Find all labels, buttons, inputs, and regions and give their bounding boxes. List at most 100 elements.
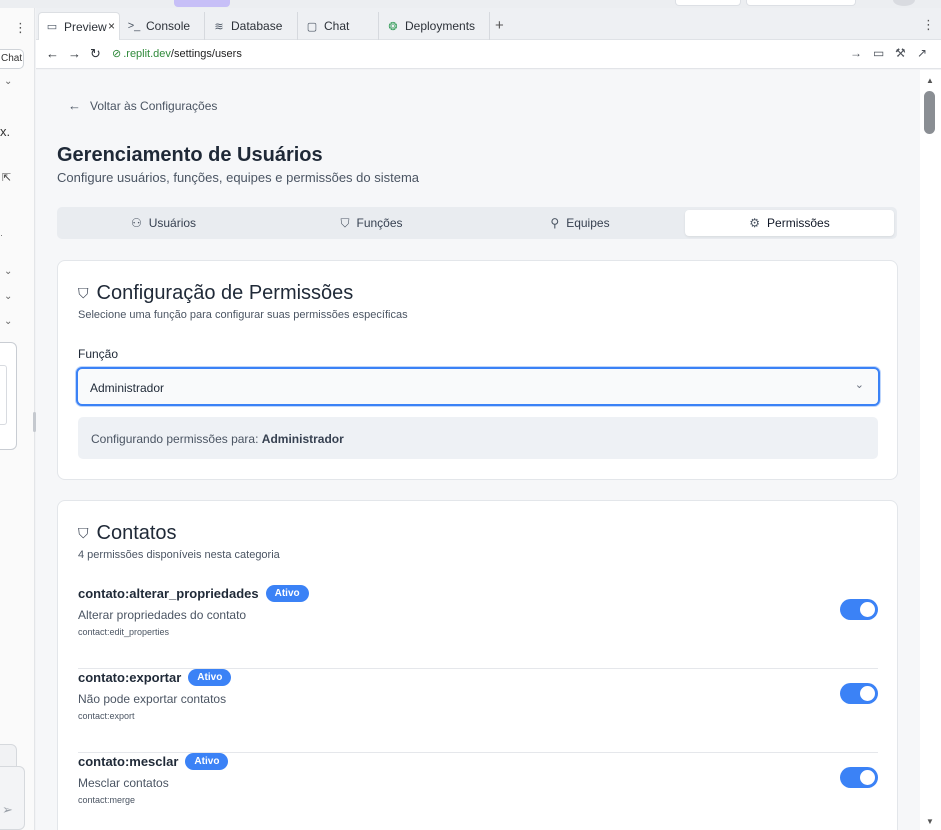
permission-description: Alterar propriedades do contato [78,608,247,622]
panel-text-fragment: · [0,230,3,240]
permission-name: contato:mesclar Ativo [78,753,229,770]
chat-button[interactable]: Chat [0,49,24,69]
new-tab-icon[interactable]: + [495,17,504,34]
tab-users[interactable]: ⚇ Usuários [60,210,267,236]
permission-description: Não pode exportar contatos [78,692,227,706]
scroll-up-icon[interactable]: ▲ [926,76,934,85]
chat-card-inner [0,365,7,425]
role-select[interactable]: Administrador ⌄ [76,367,880,406]
permission-key: contact:edit_properties [78,627,170,637]
permission-toggle[interactable] [840,599,878,620]
tab-label: Chat [324,19,350,33]
top-pill[interactable] [174,0,230,7]
contacts-permissions-card: ⛉ Contatos 4 permissões disponíveis nest… [57,500,898,830]
monitor-icon: ▭ [46,21,58,33]
shield-icon: ⛉ [340,215,350,230]
permission-toggle[interactable] [840,767,878,788]
permission-key: contact:export [78,711,135,721]
tab-teams[interactable]: ⚲ Equipes [476,210,684,236]
status-badge: Ativo [265,585,309,602]
page-scrollbar[interactable]: ▲ ▼ [920,70,941,830]
avatar[interactable] [893,0,915,6]
tab-label: Deployments [405,19,476,33]
card-title-text: Contatos [96,522,177,544]
close-icon[interactable]: × [108,19,115,33]
go-arrow-icon[interactable]: → [850,46,862,60]
card-subtitle: Selecione uma função para configurar sua… [78,309,408,321]
page-title: Gerenciamento de Usuários [57,144,323,166]
user-check-icon: ⚲ [550,216,560,230]
send-icon[interactable]: ➢ [2,802,13,818]
url-domain: .replit.dev [123,48,171,60]
role-info-prefix: Configurando permissões para: [91,432,259,446]
top-button-1[interactable] [675,0,741,6]
reload-icon[interactable]: ↻ [90,46,101,62]
tab-label: Console [146,19,191,33]
terminal-icon: >_ [127,20,141,32]
arrow-left-icon: ← [68,98,81,113]
toggle-knob [860,686,875,701]
chat-input[interactable] [0,766,25,830]
tab-console[interactable]: >_ Console [121,12,205,40]
role-info-role: Administrador [261,432,344,446]
page-subtitle: Configure usuários, funções, equipes e p… [57,170,420,185]
preview-page: ← Voltar às Configurações Gerenciamento … [36,70,920,830]
device-icon[interactable]: ▭ [873,46,884,60]
tab-preview[interactable]: ▭ Preview × [38,12,120,40]
workspace-tabbar: ▭ Preview × >_ Console ≋ Database ▢ Chat… [36,8,941,40]
permission-config-card: ⛉ Configuração de Permissões Selecione u… [57,260,898,480]
tab-label: Usuários [148,216,197,230]
tab-label: Database [231,19,283,33]
permission-toggle[interactable] [840,683,878,704]
permission-name: contato:alterar_propriedades Ativo [78,585,309,602]
back-label: Voltar às Configurações [90,98,218,113]
status-badge: Ativo [188,669,232,686]
link-icon: ⊘ [112,48,122,60]
chat-icon: ▢ [306,20,318,33]
tab-roles[interactable]: ⛉ Funções [268,210,475,236]
shield-icon: ⛉ [78,525,89,541]
tab-database[interactable]: ≋ Database [206,12,298,40]
card-subtitle: 4 permissões disponíveis nesta categoria [78,549,280,561]
external-link-icon[interactable]: ⇱ [2,171,11,184]
tab-chat[interactable]: ▢ Chat [299,12,379,40]
shield-icon: ⛉ [78,285,89,301]
url-field[interactable]: ⊘ .replit.dev/settings/users [112,47,242,60]
chevron-down-icon[interactable]: ⌄ [4,316,12,327]
more-options-icon[interactable]: ⋮ [922,17,935,33]
permission-name: contato:exportar Ativo [78,669,232,686]
back-link[interactable]: ← Voltar às Configurações [68,98,217,113]
gear-icon: ⚙ [749,216,761,230]
wrench-icon[interactable]: ⚒ [895,46,906,60]
forward-arrow-icon[interactable]: → [68,46,81,61]
role-select-value: Administrador [90,381,165,395]
panel-text-fragment: x. [0,124,11,139]
open-external-icon[interactable]: ↗ [917,46,927,60]
tab-label: Permissões [767,216,830,230]
top-button-2[interactable] [746,0,856,6]
permission-description: Mesclar contatos [78,776,169,790]
tab-permissions[interactable]: ⚙ Permissões [685,210,894,236]
permission-name-text: contato:alterar_propriedades [78,586,259,601]
scrollbar-thumb[interactable] [924,91,935,134]
back-arrow-icon[interactable]: ← [46,46,59,61]
users-icon: ⚇ [130,216,142,230]
permission-key: contact:merge [78,795,136,805]
tab-label: Funções [356,216,403,230]
more-options-icon[interactable]: ⋮ [14,20,27,36]
chat-card [0,342,17,450]
address-bar: ← → ↻ ⊘ .replit.dev/settings/users → ▭ ⚒ … [36,40,941,69]
tab-label: Preview [64,19,107,34]
permission-row: contato:mesclar Ativo Mesclar contatos c… [78,753,878,830]
permission-name-text: contato:exportar [78,670,182,685]
chevron-down-icon[interactable]: ⌄ [4,291,12,302]
chevron-down-icon[interactable]: ⌄ [4,266,12,277]
tab-deployments[interactable]: ❂ Deployments [380,12,490,40]
tab-label: Equipes [566,216,610,230]
role-info-box: Configurando permissões para: Administra… [78,417,878,459]
card-title-text: Configuração de Permissões [96,282,354,304]
role-info-text: Configurando permissões para: Administra… [91,432,344,446]
toggle-knob [860,770,875,785]
chevron-down-icon[interactable]: ⌄ [4,76,12,87]
scroll-down-icon[interactable]: ▼ [926,817,934,826]
